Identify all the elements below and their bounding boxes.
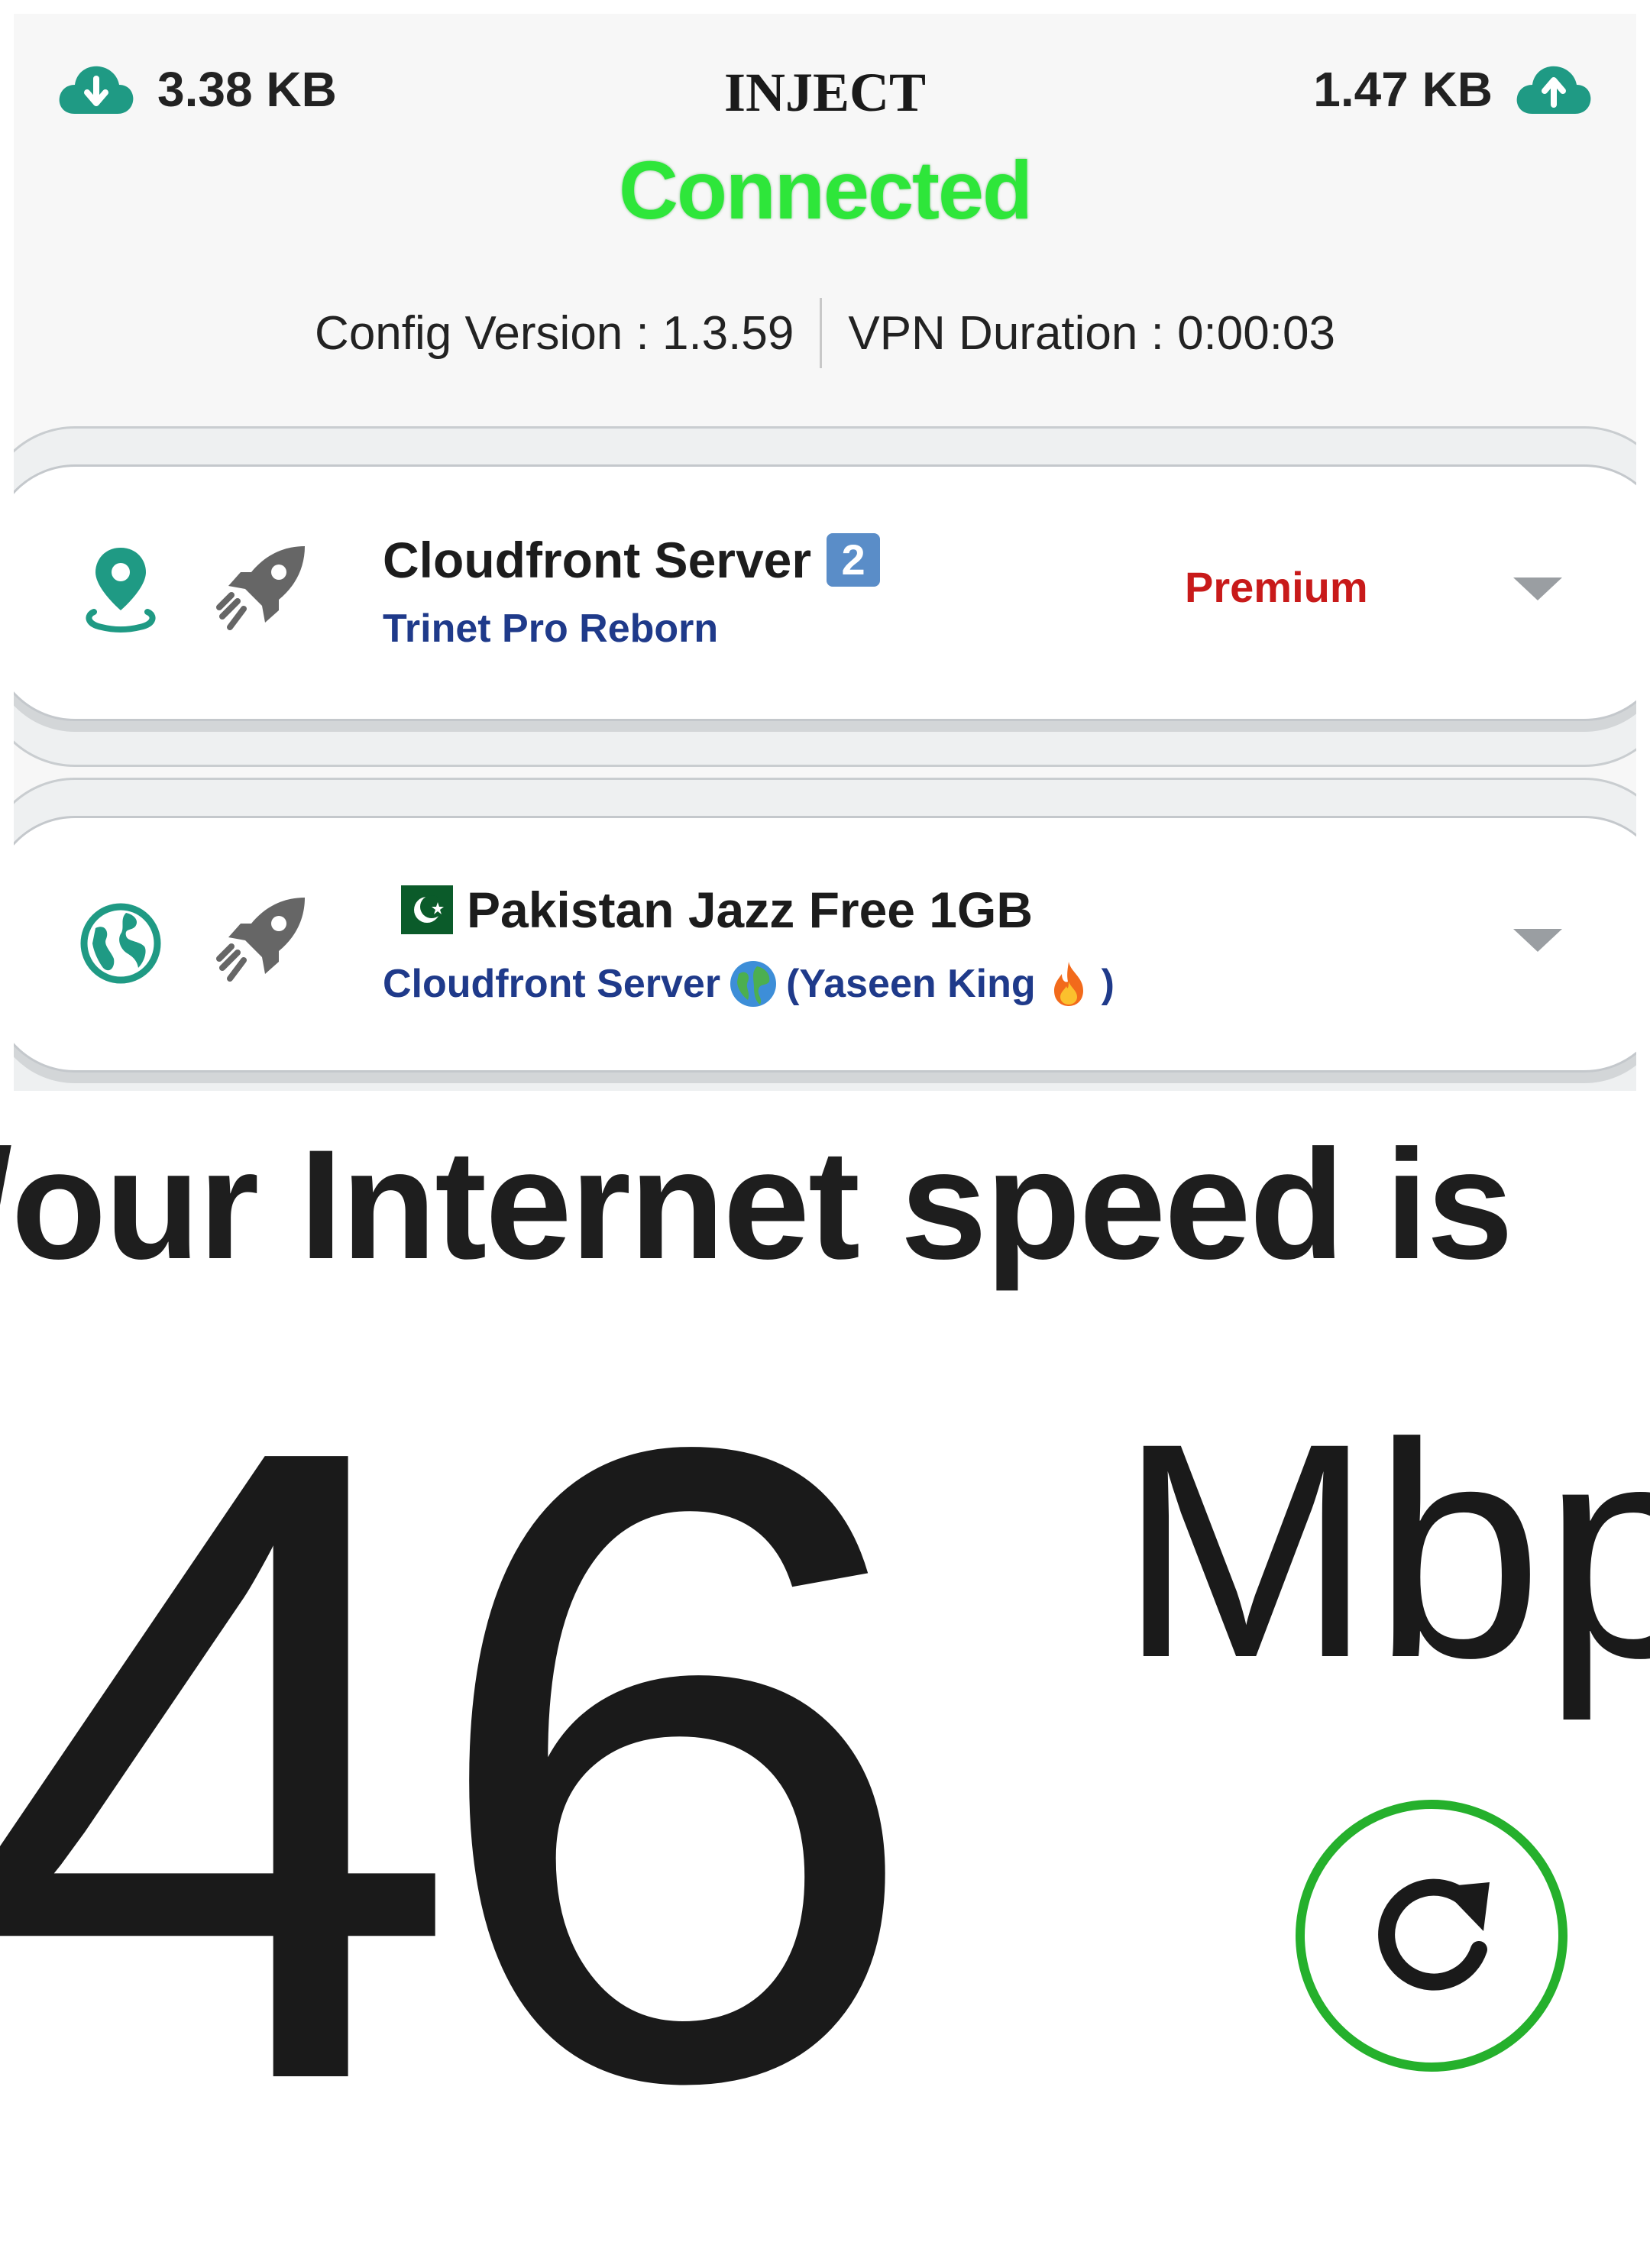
config-version: Config Version : 1.3.59 [315, 306, 794, 360]
rocket-icon [216, 898, 305, 982]
config-subtitle: Cloudfront Server (Yaseen King ) [383, 959, 1115, 1009]
keycap-2-emoji: 2 [827, 533, 881, 587]
connection-status: Connected [618, 144, 1033, 236]
server-selector[interactable]: Cloudfront Server 2 Trinet Pro Reborn Pr… [14, 464, 1636, 721]
config-title: Pakistan Jazz Free 1GB [383, 881, 1033, 939]
globe-icon [80, 903, 161, 984]
server-title: Cloudfront Server 2 [383, 531, 881, 589]
upload-stat: 1.47 KB [1313, 61, 1593, 118]
vpn-panel: 3.38 KB INJECT 1.47 KB Connected Config … [14, 14, 1636, 1091]
chevron-down-icon[interactable] [1513, 578, 1562, 600]
pakistan-flag-icon [383, 885, 453, 934]
config-subtitle-close: ) [1101, 962, 1115, 1006]
server-title-text: Cloudfront Server [383, 532, 812, 588]
vpn-duration: VPN Duration : 0:00:03 [848, 306, 1335, 360]
server-subtitle: Trinet Pro Reborn [383, 607, 719, 651]
refresh-icon [1378, 1878, 1490, 1991]
config-selector[interactable]: Pakistan Jazz Free 1GB Cloudfront Server… [14, 816, 1636, 1073]
divider [820, 298, 823, 368]
fire-emoji-icon [1053, 962, 1083, 1006]
info-row: Config Version : 1.3.59 VPN Duration : 0… [14, 298, 1636, 368]
cloud-upload-icon [1516, 66, 1591, 114]
upload-value: 1.47 KB [1313, 62, 1493, 117]
speed-unit: Mbp [1118, 1380, 1650, 1721]
earth-globe-emoji-icon [730, 961, 777, 1007]
config-subtitle-server: Cloudfront Server [383, 962, 721, 1006]
config-subtitle-author: (Yaseen King [786, 962, 1036, 1006]
speed-value: 46 [0, 1261, 925, 2268]
chevron-down-icon[interactable] [1513, 929, 1562, 952]
refresh-button[interactable] [1296, 1800, 1568, 2072]
config-title-text: Pakistan Jazz Free 1GB [467, 882, 1034, 938]
premium-badge: Premium [1185, 563, 1368, 611]
rocket-icon [216, 546, 305, 630]
location-pin-icon [86, 548, 156, 633]
